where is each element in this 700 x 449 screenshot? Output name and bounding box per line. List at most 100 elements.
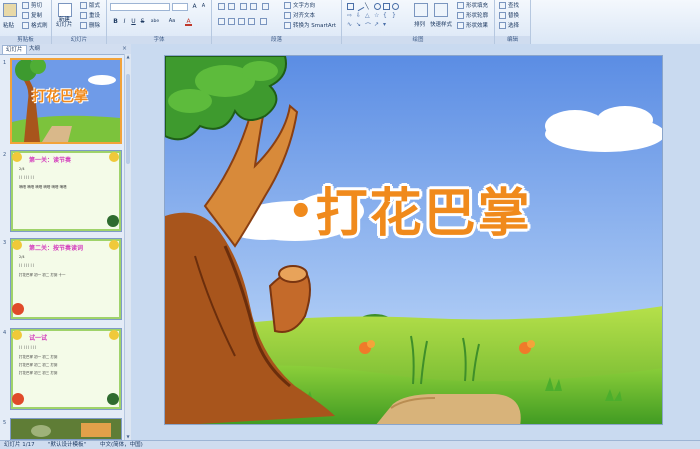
slide-canvas: •打花巴掌 — [131, 44, 700, 440]
language-indicator[interactable]: 中文(简体，中国) — [100, 441, 143, 449]
tab-slides[interactable]: 幻灯片 — [2, 45, 27, 54]
title-bullet-icon: • — [288, 189, 316, 235]
align-right-icon[interactable] — [238, 18, 245, 25]
thumbnail-text: 打花巴掌 初一 初二 打到 十一 — [19, 273, 66, 277]
current-slide[interactable]: •打花巴掌 — [164, 55, 663, 425]
more-shapes-icon[interactable]: ▾ — [383, 21, 390, 28]
shadow-button[interactable]: abe — [149, 18, 161, 25]
line-spacing-icon[interactable] — [262, 3, 269, 10]
delete-slide-button[interactable]: 删除 — [80, 21, 100, 29]
font-group-label: 字体 — [107, 36, 211, 44]
paragraph-group-label: 段落 — [212, 36, 341, 44]
columns-icon[interactable] — [260, 18, 267, 25]
thumbnail-text: 打花巴掌 初一 初二 打到 — [19, 355, 58, 359]
line-shape-icon[interactable]: ╲ — [365, 3, 372, 10]
shape-outline-button[interactable]: 形状轮廓 — [457, 11, 488, 19]
increase-indent-icon[interactable] — [250, 3, 257, 10]
smartart-icon — [284, 21, 291, 29]
arrange-icon[interactable] — [414, 3, 428, 17]
scissors-icon — [22, 1, 29, 9]
bullets-icon[interactable] — [218, 3, 225, 10]
shape-fill-button[interactable]: 形状填充 — [457, 1, 488, 9]
align-text-icon — [284, 11, 291, 19]
find-button[interactable]: 查找 — [499, 1, 519, 9]
quick-styles-button[interactable]: 快速样式 — [430, 20, 452, 28]
arrow-shape-icon[interactable]: ⇨ — [347, 12, 354, 19]
curve-shape-icon[interactable]: ∿ — [347, 21, 354, 28]
binoculars-icon — [499, 1, 506, 9]
panel-tabs: 幻灯片 大纲 × — [0, 44, 131, 55]
change-case-button[interactable]: Aa — [167, 18, 177, 25]
slide-number: 1 — [3, 60, 7, 66]
thumbnail-text: 打花巴掌 初二 初二 打到 — [19, 363, 58, 367]
italic-button[interactable]: I — [121, 18, 128, 25]
slide-thumbnail-image — [11, 419, 121, 439]
slide-thumbnail-1[interactable]: 打花巴掌 — [10, 58, 122, 144]
font-name-combo[interactable] — [110, 3, 170, 11]
arrow-shape-icon[interactable]: ↘ — [356, 21, 363, 28]
rectangle-shape-icon[interactable] — [383, 3, 390, 10]
editing-group: 查找 替换 选择 编辑 — [495, 0, 531, 44]
copy-icon — [22, 11, 29, 19]
shrink-font-button[interactable]: A — [200, 3, 207, 10]
thumbnail-text: | | | | | | | — [19, 263, 34, 267]
triangle-shape-icon[interactable]: △ — [365, 12, 372, 19]
slide-thumbnail-2[interactable]: 第一关：读节奏 2/4 | | | | | | | 嘀嗒 嘀嗒 嘀嗒 嘀嗒 嘀嗒… — [10, 150, 122, 232]
align-center-icon[interactable] — [228, 18, 235, 25]
arc-shape-icon[interactable]: ⌒ — [365, 21, 372, 30]
format-painter-button[interactable]: 格式刷 — [22, 21, 48, 29]
slide-title[interactable]: •打花巴掌 — [288, 171, 532, 246]
slide-thumbnail-3[interactable]: 第二关：按节奏读词 2/4 | | | | | | | 打花巴掌 初一 初二 打… — [10, 238, 122, 320]
bold-button[interactable]: B — [112, 18, 119, 25]
scrollbar-thumb[interactable] — [126, 74, 130, 164]
panel-scrollbar[interactable]: ▲ ▼ — [124, 54, 131, 440]
delete-icon — [80, 21, 87, 29]
text-direction-button[interactable]: 文字方向 — [284, 1, 315, 9]
paragraph-group: 文字方向 对齐文本 转换为 SmartArt 段落 — [212, 0, 342, 44]
arrange-button[interactable]: 排列 — [414, 20, 425, 28]
oval-shape-icon[interactable] — [374, 3, 381, 10]
shape-effects-button[interactable]: 形状效果 — [457, 21, 488, 29]
underline-button[interactable]: U — [130, 18, 137, 25]
font-size-combo[interactable] — [172, 3, 188, 11]
font-group: A A B I U S abe Aa A 字体 — [107, 0, 212, 44]
close-icon[interactable]: × — [122, 45, 127, 52]
thumbnail-text: | | | | | | | — [19, 175, 34, 179]
replace-button[interactable]: 替换 — [499, 11, 519, 19]
paste-button[interactable]: 粘贴 — [3, 21, 14, 29]
font-color-button[interactable]: A — [185, 18, 192, 26]
select-button[interactable]: 选择 — [499, 21, 519, 29]
align-text-button[interactable]: 对齐文本 — [284, 11, 315, 19]
clipboard-group: 粘贴 剪切 复制 格式刷 剪贴板 — [0, 0, 52, 44]
slide-thumbnail-5[interactable] — [10, 418, 122, 440]
oval-shape-icon[interactable] — [392, 3, 399, 10]
slides-panel: 幻灯片 大纲 × 1 打花巴掌 2 第一关：读节奏 2/4 | | | | | … — [0, 44, 131, 440]
smartart-button[interactable]: 转换为 SmartArt — [284, 21, 336, 29]
slide-thumbnail-4[interactable]: 试一试 | | | | | | | | 打花巴掌 初一 初二 打到 打花巴掌 初… — [10, 328, 122, 410]
line-shape-icon[interactable] — [354, 1, 365, 12]
rectangle-shape-icon[interactable] — [347, 3, 354, 10]
paste-icon[interactable] — [3, 3, 17, 17]
brace-shape-icon[interactable]: { — [383, 12, 390, 19]
star-shape-icon[interactable]: ☆ — [374, 12, 381, 19]
quick-styles-icon[interactable] — [434, 3, 448, 17]
drawing-group: ╲ ⇨ ⇩ △ ☆ { } ∿ ↘ ⌒ ↗ ▾ 排列 快速样式 形状填充 形状轮… — [342, 0, 495, 44]
arrow-shape-icon[interactable]: ⇩ — [356, 12, 363, 19]
arrow-shape-icon[interactable]: ↗ — [374, 21, 381, 28]
align-left-icon[interactable] — [218, 18, 225, 25]
copy-button[interactable]: 复制 — [22, 11, 42, 19]
layout-button[interactable]: 版式 — [80, 1, 100, 9]
new-slide-button[interactable]: 新建 幻灯片 — [56, 17, 73, 28]
grow-font-button[interactable]: A — [191, 3, 198, 10]
numbering-icon[interactable] — [228, 3, 235, 10]
cut-button[interactable]: 剪切 — [22, 1, 42, 9]
reset-button[interactable]: 重设 — [80, 11, 100, 19]
new-slide-icon[interactable] — [58, 3, 72, 17]
decrease-indent-icon[interactable] — [240, 3, 247, 10]
strikethrough-button[interactable]: S — [139, 18, 146, 25]
slide-number: 2 — [3, 152, 7, 158]
brace-shape-icon[interactable]: } — [392, 12, 399, 19]
justify-icon[interactable] — [248, 18, 255, 25]
tab-outline[interactable]: 大纲 — [26, 45, 43, 53]
slide-number: 4 — [3, 330, 7, 336]
